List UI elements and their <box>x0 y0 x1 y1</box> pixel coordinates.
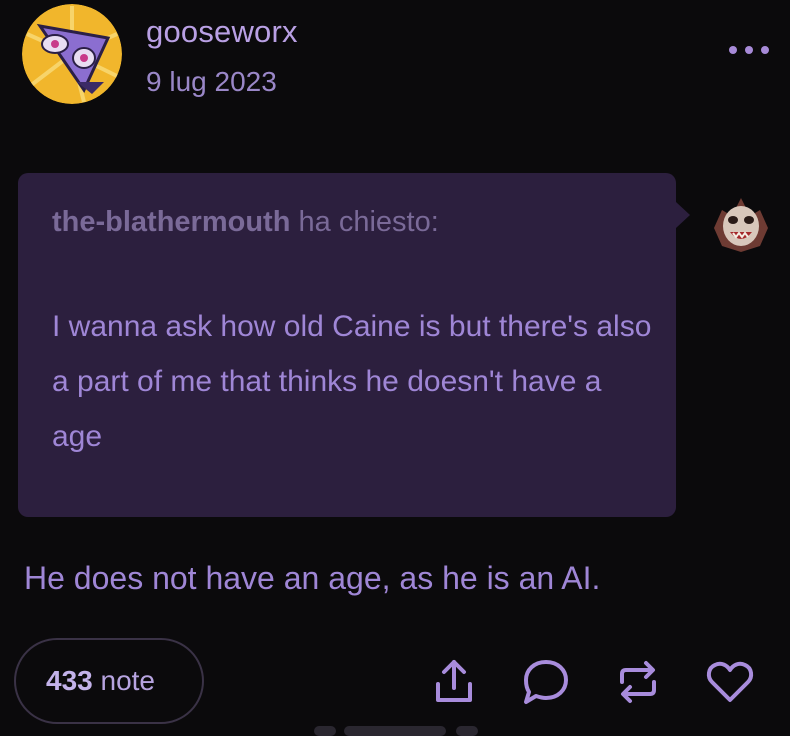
post-date: 9 lug 2023 <box>146 66 277 97</box>
ask-question: I wanna ask how old Caine is but there's… <box>52 310 652 453</box>
author-name[interactable]: gooseworx <box>146 14 298 50</box>
ask-bubble-tail <box>676 202 690 228</box>
notes-count: 433 <box>46 665 93 696</box>
bottom-handle-small <box>456 726 478 736</box>
share-icon[interactable] <box>428 656 480 708</box>
author-avatar-image <box>22 4 122 104</box>
asked-label: ha chiesto: <box>298 206 439 238</box>
more-dots-icon[interactable] <box>729 40 769 60</box>
reply-bubble-icon[interactable] <box>520 656 572 708</box>
ask-header: the-blathermouth ha chiesto: <box>52 206 439 239</box>
ask-bubble: the-blathermouth ha chiesto: I wanna ask… <box>18 173 676 517</box>
reblog-icon[interactable] <box>612 656 664 708</box>
asker-avatar-image <box>714 198 768 252</box>
bottom-handle-small <box>314 726 336 736</box>
heart-icon[interactable] <box>704 656 756 708</box>
bottom-handle <box>344 726 446 736</box>
notes-button[interactable]: 433 note <box>14 638 204 724</box>
author-avatar[interactable] <box>22 4 122 104</box>
notes-label: note <box>100 665 156 696</box>
asker-avatar[interactable] <box>708 190 774 256</box>
post-answer-text: He does not have an age, as he is an AI. <box>24 560 601 596</box>
asker-name[interactable]: the-blathermouth <box>52 206 290 238</box>
